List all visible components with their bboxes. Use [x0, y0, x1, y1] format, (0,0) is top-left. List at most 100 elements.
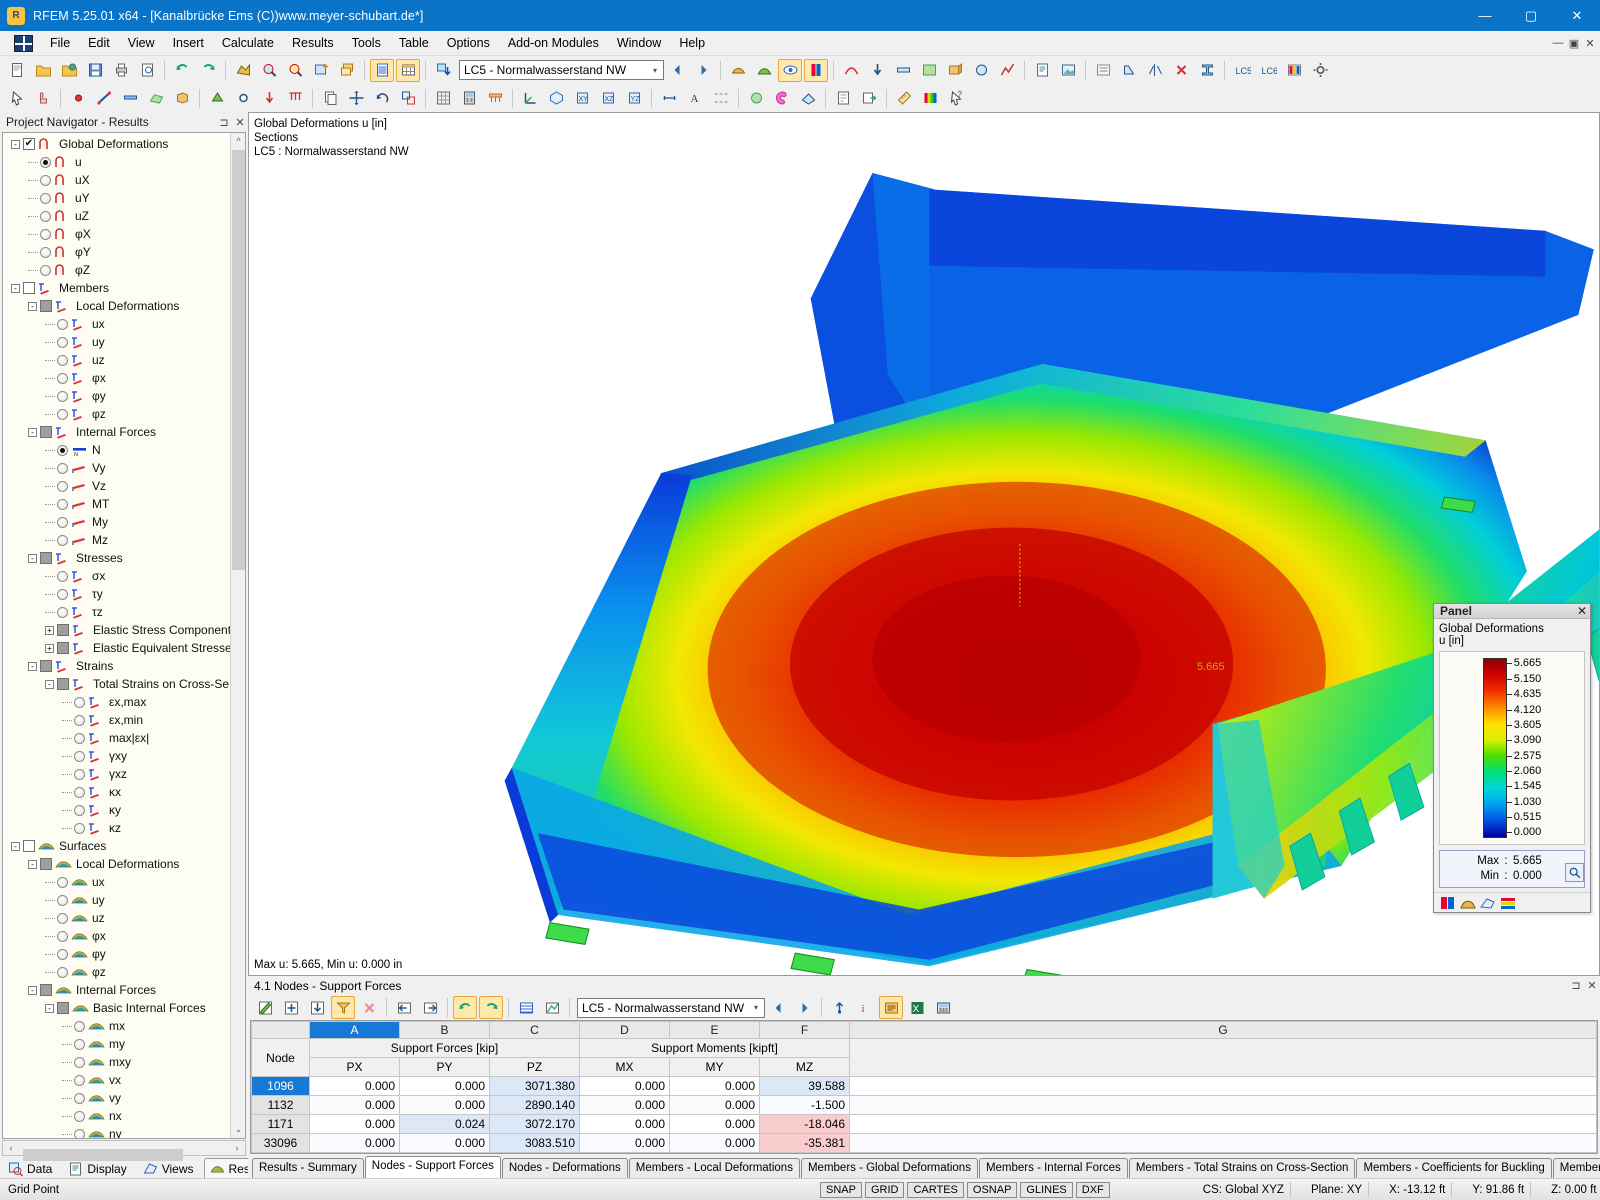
menu-options[interactable]: Options [438, 33, 499, 53]
table-cell[interactable]: 0.000 [310, 1115, 400, 1134]
row-header-node-no[interactable]: 1171 [252, 1115, 310, 1134]
menu-edit[interactable]: Edit [79, 33, 119, 53]
tree-radio[interactable] [74, 1111, 85, 1122]
tree-expander[interactable]: - [45, 1004, 54, 1013]
table-cell[interactable]: 0.000 [310, 1096, 400, 1115]
results-on-surfaces-button[interactable] [726, 59, 750, 82]
table-pin-icon[interactable]: ⊐ [1568, 979, 1584, 992]
table-tab[interactable]: Member Slendernesses [1553, 1158, 1600, 1178]
coord-system-button[interactable] [518, 87, 542, 110]
tree-radio[interactable] [74, 1129, 85, 1139]
table-next-col-button[interactable] [418, 996, 442, 1019]
table-cell[interactable] [850, 1077, 1597, 1096]
status-toggle-grid[interactable]: GRID [865, 1182, 905, 1198]
table-cell[interactable]: 2890.140 [490, 1096, 580, 1115]
menu-help[interactable]: Help [670, 33, 714, 53]
tree-node[interactable]: +Elastic Stress Component [5, 621, 236, 639]
undo-button[interactable] [170, 59, 194, 82]
menu-insert[interactable]: Insert [164, 33, 213, 53]
print-preview-button[interactable] [135, 59, 159, 82]
table-chart-button[interactable] [540, 996, 564, 1019]
menu-calculate[interactable]: Calculate [213, 33, 283, 53]
status-toggle-snap[interactable]: SNAP [820, 1182, 862, 1198]
tree-radio[interactable] [57, 895, 68, 906]
table-row[interactable]: 11320.0000.0002890.1400.0000.000-1.500 [252, 1096, 1597, 1115]
tree-radio[interactable] [74, 697, 85, 708]
table-tab[interactable]: Results - Summary [252, 1158, 364, 1178]
tree-node[interactable]: τz [5, 603, 236, 621]
menu-addon-modules[interactable]: Add-on Modules [499, 33, 608, 53]
print-layout-button[interactable] [831, 87, 855, 110]
tree-checkbox[interactable] [40, 660, 52, 672]
tree-node[interactable]: mxy [5, 1053, 236, 1071]
tree-checkbox[interactable] [57, 642, 69, 654]
tree-node[interactable]: κx [5, 783, 236, 801]
print-button[interactable] [109, 59, 133, 82]
pan-button[interactable] [31, 87, 55, 110]
color-scale-button[interactable] [804, 59, 828, 82]
tree-node[interactable]: φx [5, 927, 236, 945]
tree-node[interactable]: -Stresses [5, 549, 236, 567]
new-window-button[interactable] [335, 59, 359, 82]
move-button[interactable] [344, 87, 368, 110]
tree-expander[interactable]: - [28, 302, 37, 311]
tree-expander[interactable]: + [45, 626, 54, 635]
tree-radio[interactable] [57, 607, 68, 618]
tree-checkbox[interactable] [40, 858, 52, 870]
scroll-right-arrow[interactable]: › [229, 1143, 245, 1153]
support-button[interactable] [205, 87, 229, 110]
table-cell[interactable]: 0.000 [670, 1096, 760, 1115]
close-button[interactable]: ✕ [1554, 0, 1600, 31]
open-recent-button[interactable] [57, 59, 81, 82]
tree-radio[interactable] [40, 229, 51, 240]
table-next-lc-button[interactable] [792, 996, 816, 1019]
tree-node[interactable]: φY [5, 243, 236, 261]
tree-radio[interactable] [57, 355, 68, 366]
lc5-button[interactable]: LC5 [1230, 59, 1254, 82]
table-cell[interactable]: -1.500 [760, 1096, 850, 1115]
table-row[interactable]: 330960.0000.0003083.5100.0000.000-35.381 [252, 1134, 1597, 1153]
scroll-left-arrow[interactable]: ‹ [3, 1143, 19, 1153]
mdi-close-button[interactable]: ✕ [1584, 37, 1600, 50]
view-iso-button[interactable] [544, 87, 568, 110]
tree-radio[interactable] [40, 175, 51, 186]
table-cell[interactable]: -18.046 [760, 1115, 850, 1134]
table-print-button[interactable] [879, 996, 903, 1019]
tree-node[interactable]: MT [5, 495, 236, 513]
menu-file[interactable]: File [41, 33, 79, 53]
tree-radio[interactable] [57, 373, 68, 384]
status-toggle-osnap[interactable]: OSNAP [967, 1182, 1018, 1198]
tree-node[interactable]: vy [5, 1089, 236, 1107]
mdi-minimize-button[interactable]: — [1552, 37, 1568, 49]
diagram-results-button[interactable] [995, 59, 1019, 82]
table-export-excel-button[interactable]: X [905, 996, 929, 1019]
tree-node[interactable]: Vz [5, 477, 236, 495]
table-import-button[interactable] [305, 996, 329, 1019]
tree-expander[interactable]: - [11, 842, 20, 851]
tree-node[interactable]: κz [5, 819, 236, 837]
tree-node[interactable]: uy [5, 891, 236, 909]
status-toggle-cartes[interactable]: CARTES [907, 1182, 963, 1198]
table-edit-button[interactable] [253, 996, 277, 1019]
support-forces-button[interactable] [865, 59, 889, 82]
fem-model-render[interactable]: 5.665 [249, 113, 1599, 975]
table-grid-button[interactable] [396, 59, 420, 82]
tree-radio[interactable] [74, 787, 85, 798]
table-tab[interactable]: Members - Internal Forces [979, 1158, 1128, 1178]
results-grid[interactable]: A B C D E F G Node Support Forces [kip] [250, 1020, 1598, 1154]
row-header-node-no[interactable]: 1132 [252, 1096, 310, 1115]
table-cell[interactable] [850, 1115, 1597, 1134]
tree-node[interactable]: σx [5, 567, 236, 585]
view-xy-button[interactable]: XY [570, 87, 594, 110]
tree-expander[interactable]: - [11, 140, 20, 149]
table-cell[interactable]: 3083.510 [490, 1134, 580, 1153]
tree-horizontal-scrollbar[interactable]: ‹ › [2, 1140, 246, 1156]
table-tab[interactable]: Members - Local Deformations [629, 1158, 800, 1178]
tree-checkbox[interactable] [40, 426, 52, 438]
tree-checkbox[interactable] [57, 624, 69, 636]
calculate-button[interactable] [457, 87, 481, 110]
dimension-button[interactable] [657, 87, 681, 110]
table-cell[interactable]: 0.000 [400, 1134, 490, 1153]
results-tree[interactable]: -✔Global DeformationsuuXuYuZφXφYφZ-Membe… [2, 132, 246, 1139]
col-header-B[interactable]: B [400, 1022, 490, 1039]
